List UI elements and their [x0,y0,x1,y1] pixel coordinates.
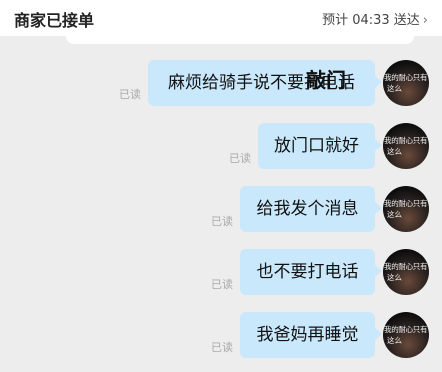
avatar-caption-line1: 我的耐心只有 [384,136,428,145]
order-card-edge [66,36,414,44]
read-receipt: 已读 [211,278,233,291]
avatar-caption-line2: 这么 [387,273,402,282]
avatar-caption-line2: 这么 [387,84,402,93]
user-avatar[interactable]: 我的耐心只有 这么 [383,123,429,169]
order-status-header: 商家已接单 预计 04:33 送达 › [0,0,442,36]
user-avatar[interactable]: 我的耐心只有 这么 [383,249,429,295]
chevron-right-icon: › [422,13,428,28]
message-bubble[interactable]: 给我发个消息 [240,186,382,232]
user-avatar[interactable]: 我的耐心只有 这么 [383,186,429,232]
message-bubble[interactable]: 也不要打电话 [240,249,382,295]
order-status-title: 商家已接单 [14,11,95,30]
avatar-caption-line2: 这么 [387,147,402,156]
read-receipt: 已读 [119,88,141,101]
delivery-eta-link[interactable]: 预计 04:33 送达 › [322,9,428,28]
avatar-caption-line1: 我的耐心只有 [384,199,428,208]
read-receipt: 已读 [229,152,251,165]
message-bubble[interactable]: 我爸妈再睡觉 [240,312,382,358]
sticker-text-overlay: 敲门 [306,68,346,92]
message-text: 也不要打电话 [256,262,359,282]
message-bubble[interactable]: 放门口就好 [258,123,382,169]
user-avatar[interactable]: 我的耐心只有 这么 [383,60,429,106]
delivery-eta-text: 预计 04:33 送达 [322,13,420,28]
message-text: 给我发个消息 [256,199,359,219]
read-receipt: 已读 [211,215,233,228]
message-text: 放门口就好 [274,136,359,156]
avatar-caption-line1: 我的耐心只有 [384,325,428,334]
message-text: 我爸妈再睡觉 [256,325,359,345]
user-avatar[interactable]: 我的耐心只有 这么 [383,312,429,358]
avatar-caption-line1: 我的耐心只有 [384,262,428,271]
avatar-caption-line2: 这么 [387,336,402,345]
avatar-caption-line1: 我的耐心只有 [384,73,428,82]
avatar-caption-line2: 这么 [387,210,402,219]
read-receipt: 已读 [211,341,233,354]
